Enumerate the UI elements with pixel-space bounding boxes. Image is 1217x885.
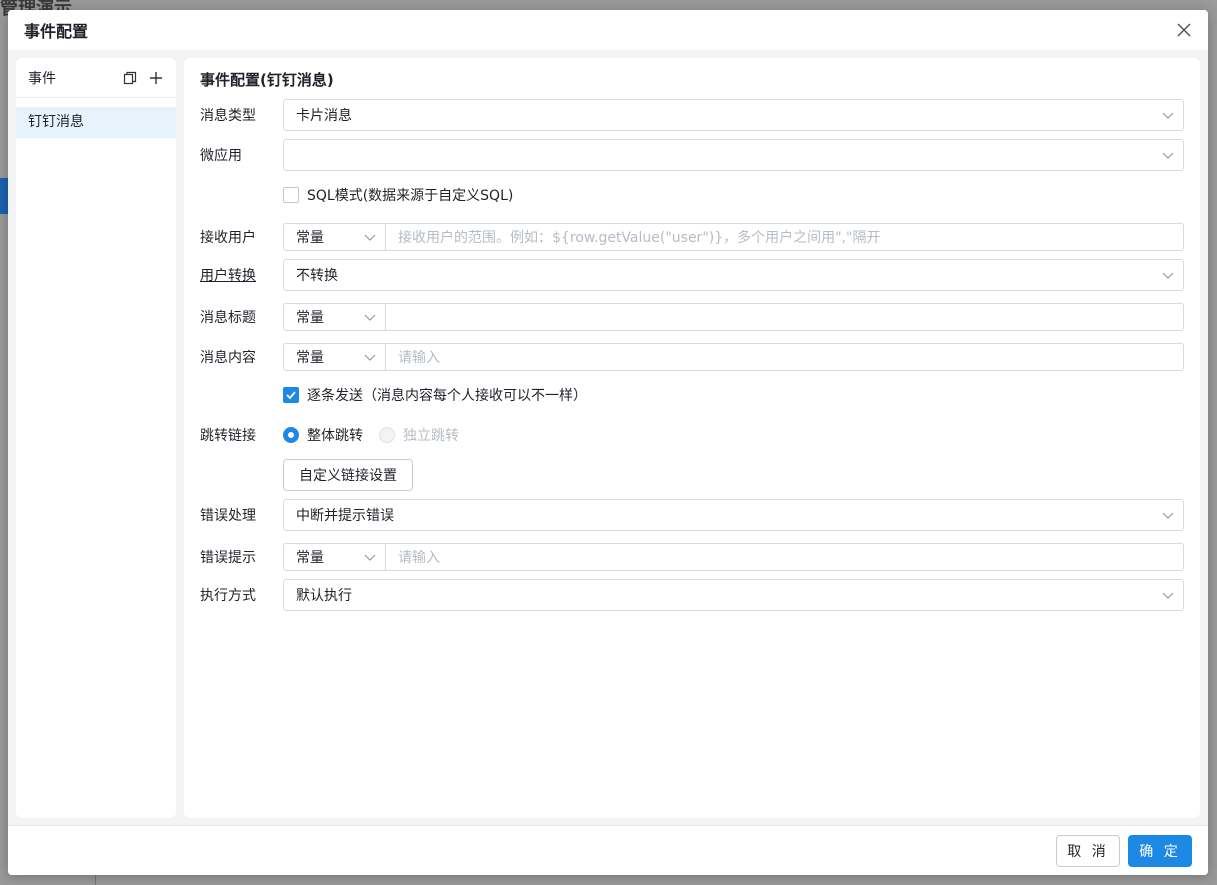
events-panel: 事件 钉钉消息	[16, 58, 176, 818]
error-tip-mode-value: 常量	[296, 550, 324, 566]
sql-mode-checkbox[interactable]	[283, 187, 299, 203]
row-message-content: 消息内容 常量 请输入	[200, 341, 1184, 373]
config-panel: 事件配置(钉钉消息) 消息类型 卡片消息 微应用 SQL模式(数据来源于自定义S…	[184, 58, 1200, 818]
row-receiver: 接收用户 常量 接收用户的范围。例如：${row.getValue("user"…	[200, 221, 1184, 253]
receiver-control: 常量 接收用户的范围。例如：${row.getValue("user")}，多个…	[283, 223, 1184, 251]
chevron-down-icon	[1153, 269, 1183, 281]
message-content-input[interactable]: 请输入	[386, 344, 1183, 370]
receiver-label: 接收用户	[200, 230, 256, 246]
row-jump-link: 跳转链接 整体跳转 独立跳转	[200, 419, 1184, 451]
row-user-convert: 用户转换 不转换	[200, 259, 1184, 291]
chevron-down-icon	[1153, 109, 1183, 121]
row-micro-app: 微应用	[200, 139, 1184, 171]
error-handling-value: 中断并提示错误	[296, 508, 394, 524]
chevron-down-icon	[1153, 589, 1183, 601]
radio-whole-jump-label[interactable]: 整体跳转	[307, 425, 363, 445]
exec-mode-select[interactable]: 默认执行	[283, 579, 1184, 611]
micro-app-label: 微应用	[200, 148, 242, 164]
dialog-header: 事件配置	[8, 10, 1208, 50]
sql-mode-checkbox-row[interactable]: SQL模式(数据来源于自定义SQL)	[283, 183, 513, 207]
error-tip-input[interactable]: 请输入	[386, 544, 1183, 570]
background-nav-marker	[0, 178, 8, 214]
receiver-mode-value: 常量	[296, 230, 324, 246]
message-content-control: 常量 请输入	[283, 343, 1184, 371]
dialog-footer: 取 消 确 定	[8, 825, 1208, 875]
chevron-down-icon	[355, 351, 385, 363]
chevron-down-icon	[355, 551, 385, 563]
chevron-down-icon	[355, 231, 385, 243]
radio-independent-jump-label: 独立跳转	[403, 428, 459, 444]
micro-app-select[interactable]	[283, 139, 1184, 171]
row-error-handling: 错误处理 中断并提示错误	[200, 499, 1184, 531]
error-handling-select[interactable]: 中断并提示错误	[283, 499, 1184, 531]
chevron-down-icon	[1153, 149, 1183, 161]
row-message-title: 消息标题 常量	[200, 301, 1184, 333]
radio-independent-jump	[379, 427, 395, 443]
receiver-input[interactable]: 接收用户的范围。例如：${row.getValue("user")}，多个用户之…	[386, 224, 1183, 250]
send-each-checkbox-row[interactable]: 逐条发送（消息内容每个人接收可以不一样）	[283, 383, 587, 407]
event-item-dingtalk[interactable]: 钉钉消息	[16, 107, 176, 138]
check-icon	[286, 391, 296, 400]
config-title: 事件配置(钉钉消息)	[200, 71, 334, 89]
events-panel-title: 事件	[28, 70, 56, 87]
message-title-mode-select[interactable]: 常量	[284, 304, 386, 330]
row-message-type: 消息类型 卡片消息	[200, 99, 1184, 131]
custom-link-settings-button[interactable]: 自定义链接设置	[283, 459, 413, 491]
cancel-button[interactable]: 取 消	[1056, 835, 1120, 867]
send-each-label: 逐条发送（消息内容每个人接收可以不一样）	[307, 388, 587, 404]
user-convert-select[interactable]: 不转换	[283, 259, 1184, 291]
chevron-down-icon	[355, 311, 385, 323]
dialog-body: 事件 钉钉消息 事件配置(钉钉消息) 消息类型 卡片消息 微应用 SQL模式(数…	[8, 50, 1208, 825]
exec-mode-label: 执行方式	[200, 588, 256, 604]
message-content-mode-select[interactable]: 常量	[284, 344, 386, 370]
jump-link-radio-group: 整体跳转 独立跳转	[283, 425, 1184, 445]
send-each-checkbox[interactable]	[283, 387, 299, 403]
message-type-label: 消息类型	[200, 108, 256, 124]
close-icon[interactable]	[1174, 20, 1194, 40]
message-type-select[interactable]: 卡片消息	[283, 99, 1184, 131]
message-title-input[interactable]	[386, 304, 1183, 330]
row-exec-mode: 执行方式 默认执行	[200, 579, 1184, 611]
error-handling-label: 错误处理	[200, 508, 256, 524]
user-convert-value: 不转换	[296, 268, 338, 284]
events-panel-header: 事件	[16, 58, 176, 98]
ok-button[interactable]: 确 定	[1128, 835, 1192, 867]
exec-mode-value: 默认执行	[296, 588, 352, 604]
message-content-label: 消息内容	[200, 350, 256, 366]
error-tip-control: 常量 请输入	[283, 543, 1184, 571]
copy-icon[interactable]	[122, 70, 138, 86]
event-config-dialog: 事件配置 事件 钉钉消息 事件配置(钉钉消息) 消息类型 卡片消息 微应用 SQ…	[8, 10, 1208, 875]
add-icon[interactable]	[148, 70, 164, 86]
message-title-mode-value: 常量	[296, 310, 324, 326]
jump-link-label: 跳转链接	[200, 428, 256, 444]
receiver-mode-select[interactable]: 常量	[284, 224, 386, 250]
radio-whole-jump[interactable]	[283, 427, 299, 443]
chevron-down-icon	[1153, 509, 1183, 521]
message-title-control: 常量	[283, 303, 1184, 331]
message-type-value: 卡片消息	[296, 108, 352, 124]
row-error-tip: 错误提示 常量 请输入	[200, 541, 1184, 573]
dialog-title: 事件配置	[24, 22, 89, 41]
message-title-label: 消息标题	[200, 310, 256, 326]
sql-mode-label: SQL模式(数据来源于自定义SQL)	[307, 188, 514, 204]
user-convert-label: 用户转换	[200, 268, 256, 284]
error-tip-mode-select[interactable]: 常量	[284, 544, 386, 570]
message-content-mode-value: 常量	[296, 350, 324, 366]
error-tip-label: 错误提示	[200, 550, 256, 566]
